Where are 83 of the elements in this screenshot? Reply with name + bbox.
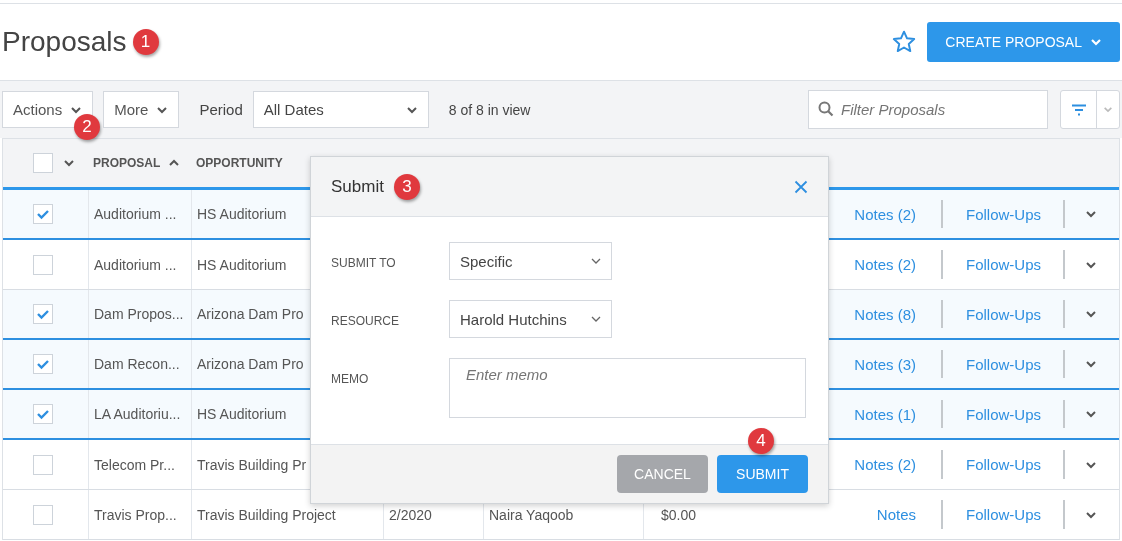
follow-ups-link[interactable]: Follow-Ups	[966, 205, 1041, 223]
follow-ups-link[interactable]: Follow-Ups	[966, 256, 1041, 273]
follow-ups-link[interactable]: Follow-Ups	[966, 355, 1041, 373]
caret-icon[interactable]	[1085, 460, 1097, 469]
checkmark-icon	[36, 308, 50, 320]
notes-link[interactable]: Notes (2)	[854, 256, 916, 273]
filter-icon	[1070, 103, 1087, 116]
callout-badge: 2	[74, 114, 100, 140]
row-checkbox[interactable]	[33, 254, 53, 275]
close-icon[interactable]	[794, 179, 808, 194]
caret-icon[interactable]	[1085, 510, 1097, 519]
row-checkbox[interactable]	[33, 404, 53, 424]
table-cell: Dam Recon...	[94, 356, 180, 372]
notes-link[interactable]: Notes (1)	[854, 405, 916, 423]
callout-badge: 4	[748, 428, 774, 454]
table-cell: Travis Building Project	[197, 506, 336, 523]
row-checkbox[interactable]	[33, 354, 53, 374]
row-checkbox[interactable]	[33, 304, 53, 324]
caret-icon	[405, 105, 418, 114]
field-label: MEMO	[331, 371, 370, 386]
caret-icon[interactable]	[1085, 260, 1097, 269]
follow-ups-link[interactable]: Follow-Ups	[966, 405, 1041, 423]
filter-field[interactable]: Filter Proposals	[808, 90, 1048, 129]
row-checkbox[interactable]	[33, 454, 53, 475]
table-cell: Travis Prop...	[94, 506, 177, 523]
table-cell: Auditorium ...	[94, 206, 177, 222]
caret-icon[interactable]	[63, 159, 75, 167]
checkmark-icon	[36, 408, 50, 420]
caret-icon	[591, 316, 601, 322]
caret-icon[interactable]	[1085, 360, 1097, 368]
caret-icon[interactable]	[1085, 210, 1097, 218]
caret-icon	[1103, 106, 1113, 113]
table-cell: Arizona Dam Pro	[197, 356, 304, 372]
caret-icon	[70, 105, 83, 114]
notes-link[interactable]: Notes	[876, 506, 916, 523]
view-count: 8 of 8 in view	[448, 101, 531, 118]
column-header[interactable]: PROPOSAL	[93, 156, 161, 170]
callout-badge: 1	[132, 29, 159, 55]
notes-link[interactable]: Notes (8)	[854, 305, 916, 323]
table-cell: $0.00	[661, 506, 697, 523]
caret-icon[interactable]	[1085, 310, 1097, 318]
period-label: Period	[199, 101, 243, 118]
table-cell: Auditorium ...	[94, 256, 177, 273]
table-cell: 2/2020	[389, 506, 432, 523]
caret-icon[interactable]	[1085, 410, 1097, 418]
table-cell: LA Auditoriu...	[94, 406, 181, 422]
caret-icon	[156, 105, 169, 114]
table-cell: Travis Building Pr	[197, 456, 307, 473]
table-cell: Telecom Pr...	[94, 456, 175, 473]
caret-icon	[591, 258, 601, 264]
checkmark-icon	[36, 208, 50, 220]
table-cell: Arizona Dam Pro	[197, 306, 304, 322]
checkmark-icon	[36, 358, 50, 370]
table-cell: HS Auditorium	[197, 406, 287, 422]
field-label: SUBMIT TO	[331, 255, 397, 270]
create-proposal-button[interactable]: CREATE PROPOSAL	[927, 22, 1120, 62]
select-field[interactable]: Specific	[449, 242, 612, 280]
notes-link[interactable]: Notes (3)	[854, 355, 916, 373]
row-checkbox[interactable]	[33, 204, 53, 224]
callout-badge: 3	[393, 173, 420, 200]
table-cell: Dam Propos...	[94, 306, 184, 322]
cancel-button[interactable]: CANCEL	[617, 455, 708, 493]
table-cell: HS Auditorium	[197, 206, 287, 222]
more-button[interactable]: More	[103, 91, 180, 128]
caret-icon	[1090, 38, 1102, 46]
dialog-title: Submit	[331, 176, 384, 197]
page-title: Proposals	[2, 26, 127, 58]
follow-ups-link[interactable]: Follow-Ups	[966, 456, 1041, 473]
star-icon[interactable]	[891, 29, 918, 55]
notes-link[interactable]: Notes (2)	[854, 205, 916, 223]
period-dropdown[interactable]: All Dates	[252, 91, 429, 128]
notes-link[interactable]: Notes (2)	[854, 456, 916, 473]
memo-field[interactable]: Enter memo	[449, 358, 806, 418]
submit-button[interactable]: SUBMIT	[717, 455, 808, 493]
select-all-checkbox[interactable]	[33, 153, 53, 173]
select-field[interactable]: Harold Hutchins	[449, 300, 612, 338]
row-checkbox[interactable]	[33, 504, 53, 525]
table-cell: Naira Yaqoob	[489, 506, 574, 523]
field-label: RESOURCE	[331, 313, 400, 328]
column-header[interactable]: OPPORTUNITY	[196, 156, 283, 170]
follow-ups-link[interactable]: Follow-Ups	[966, 305, 1041, 323]
follow-ups-link[interactable]: Follow-Ups	[966, 506, 1041, 523]
table-cell: HS Auditorium	[197, 256, 287, 273]
